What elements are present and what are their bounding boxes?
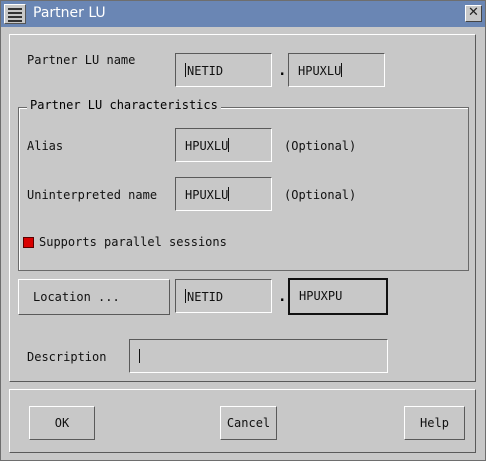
ok-button[interactable]: OK: [29, 406, 95, 440]
location-separator: .: [278, 289, 287, 305]
uninterpreted-name-field[interactable]: HPUXLU: [175, 177, 272, 211]
window-menu-icon[interactable]: [4, 4, 26, 24]
uninterpreted-name-value: HPUXLU: [185, 188, 229, 202]
location-button[interactable]: Location ...: [18, 279, 170, 315]
partner-lu-name-label: Partner LU name: [27, 53, 136, 67]
netid-separator: .: [278, 63, 287, 79]
partner-lu-netid-value: NETID: [187, 64, 224, 78]
characteristics-group-title: Partner LU characteristics: [27, 98, 221, 112]
location-netid-field[interactable]: NETID: [175, 279, 272, 313]
cancel-button[interactable]: Cancel: [220, 406, 277, 440]
close-icon[interactable]: ✕: [465, 5, 482, 22]
partner-lu-dialog: Partner LU ✕ Partner LU name NETID . HPU…: [0, 0, 486, 461]
location-pu-field[interactable]: HPUXPU: [288, 278, 388, 315]
partner-lu-netid-field[interactable]: NETID: [175, 53, 272, 87]
alias-optional-hint: (Optional): [284, 139, 357, 153]
uninterpreted-name-label: Uninterpreted name: [27, 188, 158, 202]
title-bar[interactable]: Partner LU ✕: [1, 1, 485, 27]
partner-lu-name-field[interactable]: HPUXLU: [288, 53, 385, 87]
location-pu-value: HPUXPU: [299, 289, 343, 303]
parallel-sessions-checkbox[interactable]: [23, 237, 34, 248]
partner-lu-name-value: HPUXLU: [298, 64, 342, 78]
alias-value: HPUXLU: [185, 139, 229, 153]
alias-label: Alias: [27, 139, 64, 153]
uninterpreted-optional-hint: (Optional): [284, 188, 357, 202]
alias-field[interactable]: HPUXLU: [175, 128, 272, 162]
location-netid-value: NETID: [187, 290, 224, 304]
description-field[interactable]: [129, 339, 388, 373]
parallel-sessions-label[interactable]: Supports parallel sessions: [39, 235, 227, 249]
window-title: Partner LU: [33, 5, 106, 21]
description-label: Description: [27, 350, 107, 364]
help-button[interactable]: Help: [404, 406, 465, 440]
